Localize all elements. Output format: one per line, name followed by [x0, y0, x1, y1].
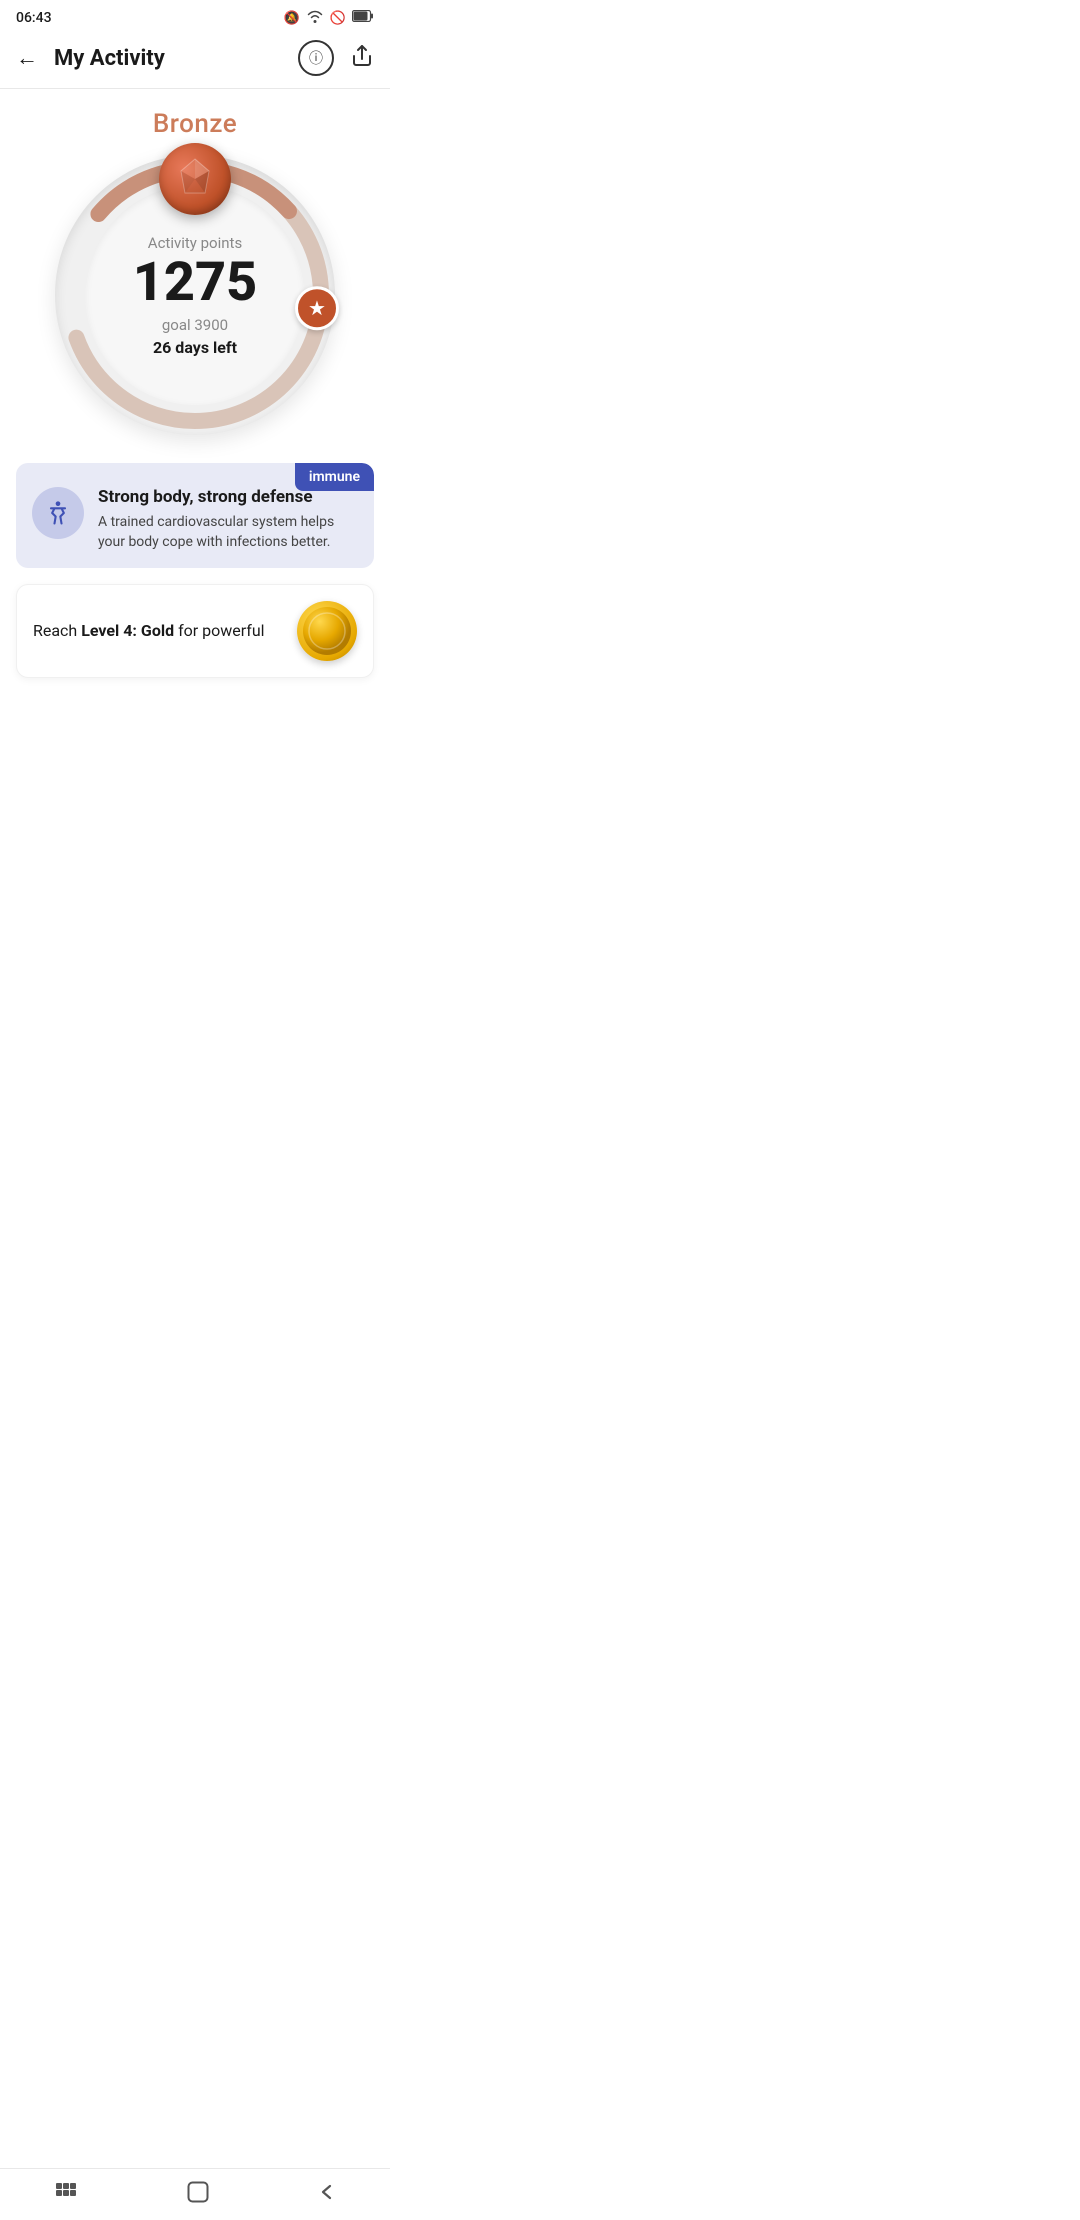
accessibility-icon-circle [32, 487, 84, 539]
main-content: Bronze [0, 89, 390, 698]
activity-goal: goal 3900 [162, 316, 228, 334]
status-time: 06:43 [16, 10, 52, 26]
star-badge: ★ [295, 286, 339, 330]
battery-icon [352, 10, 374, 26]
home-button[interactable] [163, 2173, 233, 2217]
activity-days-left: 26 days left [153, 338, 237, 357]
circle-inner: Activity points 1275 goal 3900 26 days l… [85, 185, 305, 405]
nav-bar [0, 2168, 390, 2220]
mute-icon: 🔕 [284, 11, 300, 26]
share-button[interactable] [350, 44, 374, 73]
back-button[interactable]: ← [16, 45, 38, 71]
wifi-icon [306, 9, 324, 27]
info-button[interactable]: ⓘ [298, 40, 334, 76]
accessibility-icon [44, 499, 72, 527]
level-card: Reach Level 4: Gold for powerful [16, 584, 374, 678]
info-card-body: A trained cardiovascular system helps yo… [98, 513, 358, 552]
app-header: ← My Activity ⓘ [0, 32, 390, 89]
menu-button[interactable] [30, 2174, 102, 2216]
circle-outer: ★ Activity points 1275 goal 3900 26 days… [55, 155, 335, 435]
activity-points-value: 1275 [133, 256, 258, 310]
activity-circle: ★ Activity points 1275 goal 3900 26 days… [16, 155, 374, 435]
immune-tag: immune [295, 463, 374, 491]
info-icon: ⓘ [309, 48, 323, 68]
back-nav-button[interactable] [294, 2174, 360, 2216]
page-title: My Activity [54, 46, 165, 71]
status-icons: 🔕 🚫 [284, 9, 374, 27]
info-card: immune Strong body, strong defense A tra… [16, 463, 374, 568]
tier-label: Bronze [16, 109, 374, 139]
info-card-text: Strong body, strong defense A trained ca… [98, 487, 358, 552]
bronze-gem-badge [159, 143, 231, 215]
status-bar: 06:43 🔕 🚫 [0, 0, 390, 32]
block-icon: 🚫 [330, 11, 346, 26]
star-icon: ★ [308, 296, 326, 320]
level-card-text: Reach Level 4: Gold for powerful [33, 620, 281, 642]
activity-points-label: Activity points [148, 234, 242, 252]
gold-coin-badge [297, 601, 357, 661]
level-bold: Level 4: Gold [81, 621, 174, 640]
